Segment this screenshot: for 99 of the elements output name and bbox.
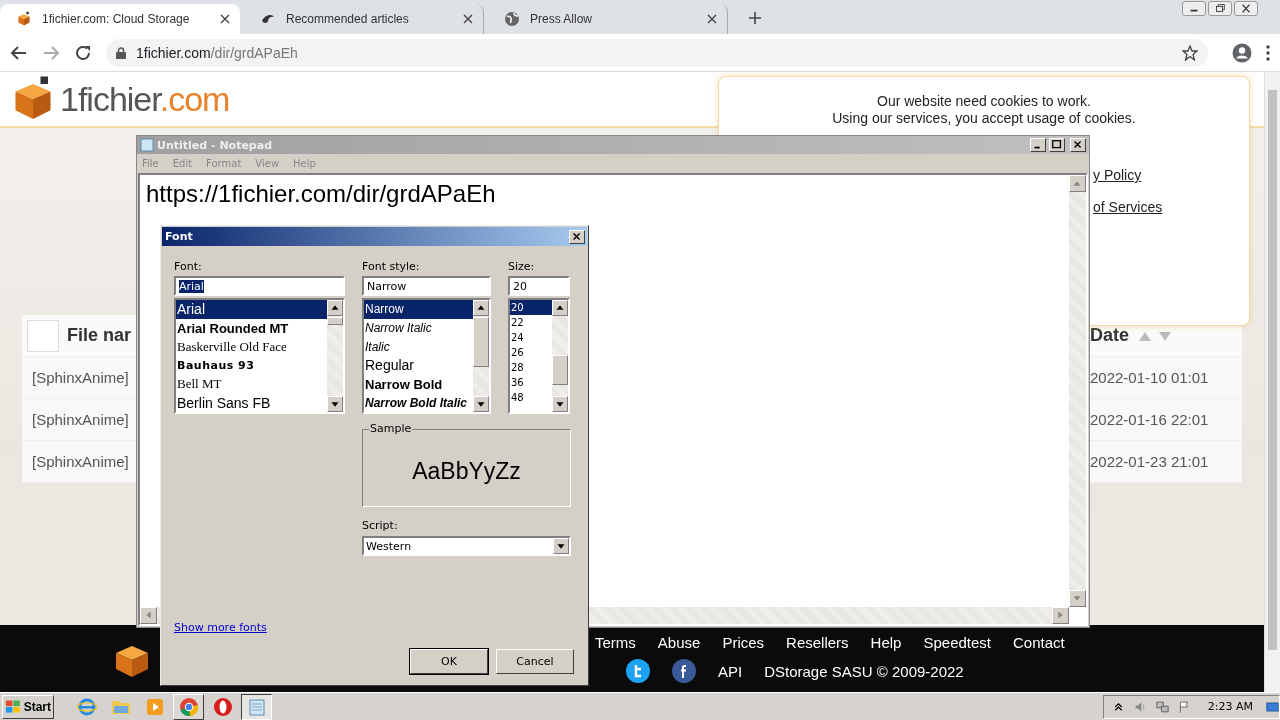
maximize-icon[interactable] (1049, 138, 1065, 152)
star-icon[interactable] (1182, 44, 1198, 61)
list-item[interactable]: Bauhaus 93 (176, 356, 327, 375)
date-cell: 2022-01-16 22:01 (1090, 411, 1209, 428)
close-icon[interactable] (1234, 1, 1258, 16)
column-header: File nar (67, 325, 132, 346)
list-item[interactable]: Narrow (364, 300, 473, 319)
footer-link[interactable]: Help (870, 634, 902, 651)
scroll-thumb[interactable] (327, 317, 343, 325)
list-item[interactable]: 22 (510, 315, 552, 330)
notice-text: Our website need cookies to work. (877, 93, 1091, 110)
document-text: https://1fichier.com/dir/grdAPaEh (146, 180, 496, 208)
list-item[interactable]: Bell MT (176, 374, 327, 394)
network-icon[interactable] (1155, 698, 1169, 715)
scroll-right-icon (1052, 607, 1069, 624)
column-header: Date (1090, 325, 1129, 346)
field-label: Font style: (362, 260, 421, 275)
opera-icon (212, 696, 233, 717)
list-item[interactable]: Italic (364, 337, 473, 356)
window-title: Untitled - Notepad (157, 138, 274, 152)
scroll-down-icon (1069, 590, 1086, 607)
field-label: Size: (508, 260, 536, 275)
footer-link[interactable]: Prices (722, 634, 765, 651)
reload-icon[interactable] (74, 43, 92, 62)
list-item[interactable]: 26 (510, 345, 552, 360)
lock-icon (116, 46, 126, 59)
globe-icon (504, 11, 520, 27)
policy-link[interactable]: of Services (1093, 199, 1163, 215)
list-item[interactable]: 36 (510, 375, 552, 390)
cube-icon (16, 11, 32, 27)
date-cell: 2022-01-23 21:01 (1090, 453, 1209, 470)
notepad-icon (140, 138, 154, 152)
facebook-icon[interactable] (672, 659, 696, 683)
browser-tab[interactable]: 1fichier.com: Cloud Storage (0, 4, 240, 34)
dialog-title: Font (165, 230, 193, 243)
file-name: [SphinxAnime] (31, 369, 129, 386)
close-icon[interactable] (463, 14, 473, 24)
scroll-left-icon (140, 607, 157, 624)
footer-link[interactable]: Abuse (657, 634, 701, 651)
windows-flag-icon (5, 698, 22, 715)
media-player-icon (145, 697, 164, 716)
notepad-icon (247, 697, 266, 716)
ok-button[interactable]: OK (410, 649, 488, 674)
list-item[interactable]: 24 (510, 330, 552, 345)
list-scrollbar[interactable] (552, 300, 568, 412)
twitter-icon[interactable] (626, 659, 650, 683)
style-field[interactable]: Narrow (362, 276, 491, 296)
file-name: [SphinxAnime] (31, 411, 129, 428)
list-item[interactable]: Regular (364, 356, 473, 375)
list-scrollbar[interactable] (473, 300, 489, 412)
back-icon[interactable] (10, 43, 28, 62)
list-item[interactable]: Arial Rounded MT (176, 318, 327, 338)
select-all-checkbox[interactable] (27, 319, 59, 352)
chrome-icon (178, 696, 199, 717)
date-cell: 2022-01-10 01:01 (1090, 369, 1209, 386)
copyright: DStorage SASU © 2009-2022 (764, 662, 964, 680)
scroll-thumb[interactable] (552, 355, 568, 385)
size-field[interactable]: 20 (508, 276, 570, 296)
list-item[interactable]: 48 (510, 390, 552, 405)
new-tab-icon[interactable] (748, 11, 762, 25)
footer-link[interactable]: Resellers (786, 634, 849, 651)
address-bar[interactable]: 1fichier.com/dir/grdAPaEh (106, 38, 1208, 67)
file-name: [SphinxAnime] (31, 453, 129, 470)
list-item[interactable]: 20 (510, 300, 552, 315)
field-label: Script: (362, 519, 399, 534)
list-item[interactable]: Arial (176, 300, 327, 319)
profile-icon[interactable] (1232, 42, 1252, 63)
scroll-thumb[interactable] (473, 317, 489, 367)
restore-icon[interactable] (1208, 1, 1232, 16)
list-item[interactable]: Narrow Bold (364, 374, 473, 394)
close-icon[interactable] (220, 14, 230, 24)
notice-text: Using our services, you accept usage of cookies. (832, 110, 1136, 127)
policy-link[interactable]: y Policy (1093, 167, 1163, 183)
cancel-button[interactable]: Cancel (496, 649, 574, 674)
list-item[interactable]: Narrow Bold Italic (364, 393, 473, 412)
browser-e-icon (76, 696, 97, 717)
flag-icon[interactable] (1177, 698, 1191, 715)
menu-icon[interactable] (1266, 44, 1270, 61)
list-item[interactable]: Narrow Italic (364, 318, 473, 338)
footer-link[interactable]: Contact (1013, 634, 1065, 651)
field-label: Font: (174, 260, 203, 275)
list-item[interactable]: Berlin Sans FB (176, 393, 327, 412)
dropdown-icon (553, 538, 569, 554)
scroll-up-icon (1069, 175, 1086, 192)
taskbar-button[interactable] (241, 693, 272, 720)
footer-link[interactable]: Terms (595, 634, 636, 651)
close-icon[interactable] (707, 14, 717, 24)
start-button[interactable]: Start (2, 694, 54, 719)
list-item[interactable]: Baskerville Old Face (176, 337, 327, 356)
site-logo[interactable]: 1fichier.com (60, 79, 230, 119)
list-item[interactable]: 28 (510, 360, 552, 375)
font-field[interactable]: Arial (174, 276, 345, 296)
group-label: Sample (369, 422, 413, 435)
clock: 2:23 AM (1207, 700, 1254, 713)
api-link[interactable]: API (718, 662, 743, 680)
list-scrollbar[interactable] (327, 300, 343, 412)
script-select[interactable]: Western (362, 536, 571, 556)
footer-link[interactable]: Speedtest (923, 634, 992, 651)
sample-text: AaBbYyZz (412, 456, 521, 485)
